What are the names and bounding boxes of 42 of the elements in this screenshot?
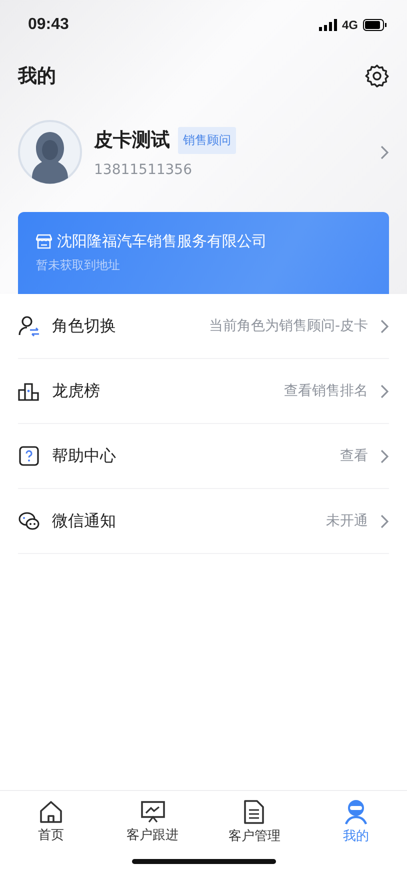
avatar-icon bbox=[18, 120, 82, 184]
menu-value: 查看 bbox=[340, 447, 368, 465]
user-name: 皮卡测试 bbox=[94, 128, 170, 153]
settings-icon[interactable] bbox=[365, 64, 389, 88]
user-icon bbox=[343, 799, 370, 825]
store-icon bbox=[36, 234, 52, 249]
menu-item[interactable]: 帮助中心 查看 bbox=[18, 424, 389, 489]
user-switch-icon bbox=[18, 315, 40, 337]
company-name: 沈阳隆福汽车销售服务有限公司 bbox=[57, 232, 267, 251]
page-title: 我的 bbox=[18, 64, 56, 89]
menu-label: 角色切换 bbox=[52, 316, 117, 336]
role-tag: 销售顾问 bbox=[178, 126, 236, 154]
network-label: 4G bbox=[342, 18, 358, 32]
menu-item[interactable]: 微信通知 未开通 bbox=[18, 489, 389, 554]
menu-value: 查看销售排名 bbox=[284, 382, 368, 400]
chevron-icon bbox=[380, 318, 389, 334]
signal-icon bbox=[318, 19, 337, 31]
document-icon bbox=[242, 799, 266, 825]
battery-icon bbox=[363, 19, 387, 31]
chat-bubbles-icon bbox=[18, 510, 40, 532]
ranking-icon bbox=[18, 380, 40, 402]
menu-item[interactable]: 角色切换 当前角色为销售顾问-皮卡 bbox=[18, 294, 389, 359]
status-time: 09:43 bbox=[28, 16, 69, 34]
tab-item[interactable]: 我的 bbox=[305, 791, 407, 853]
help-icon bbox=[18, 445, 40, 467]
menu-label: 龙虎榜 bbox=[52, 380, 101, 402]
menu-label: 微信通知 bbox=[52, 510, 117, 532]
company-address: 暂未获取到地址 bbox=[36, 257, 121, 274]
menu-value: 当前角色为销售顾问-皮卡 bbox=[208, 317, 368, 335]
menu-value: 未开通 bbox=[326, 512, 368, 530]
chevron-icon bbox=[380, 144, 389, 160]
presentation-chart-icon bbox=[140, 800, 166, 824]
chevron-icon bbox=[380, 384, 389, 398]
menu-item[interactable]: 龙虎榜 查看销售排名 bbox=[18, 359, 389, 424]
menu-label: 帮助中心 bbox=[52, 446, 117, 466]
chevron-icon bbox=[380, 448, 389, 464]
phone-number: 13811511356 bbox=[94, 162, 193, 178]
home-icon bbox=[38, 800, 64, 824]
tab-item[interactable]: 首页 bbox=[0, 791, 102, 853]
tab-item[interactable]: 客户跟进 bbox=[102, 791, 204, 853]
chevron-icon bbox=[380, 514, 389, 528]
tab-item[interactable]: 客户管理 bbox=[204, 791, 306, 853]
